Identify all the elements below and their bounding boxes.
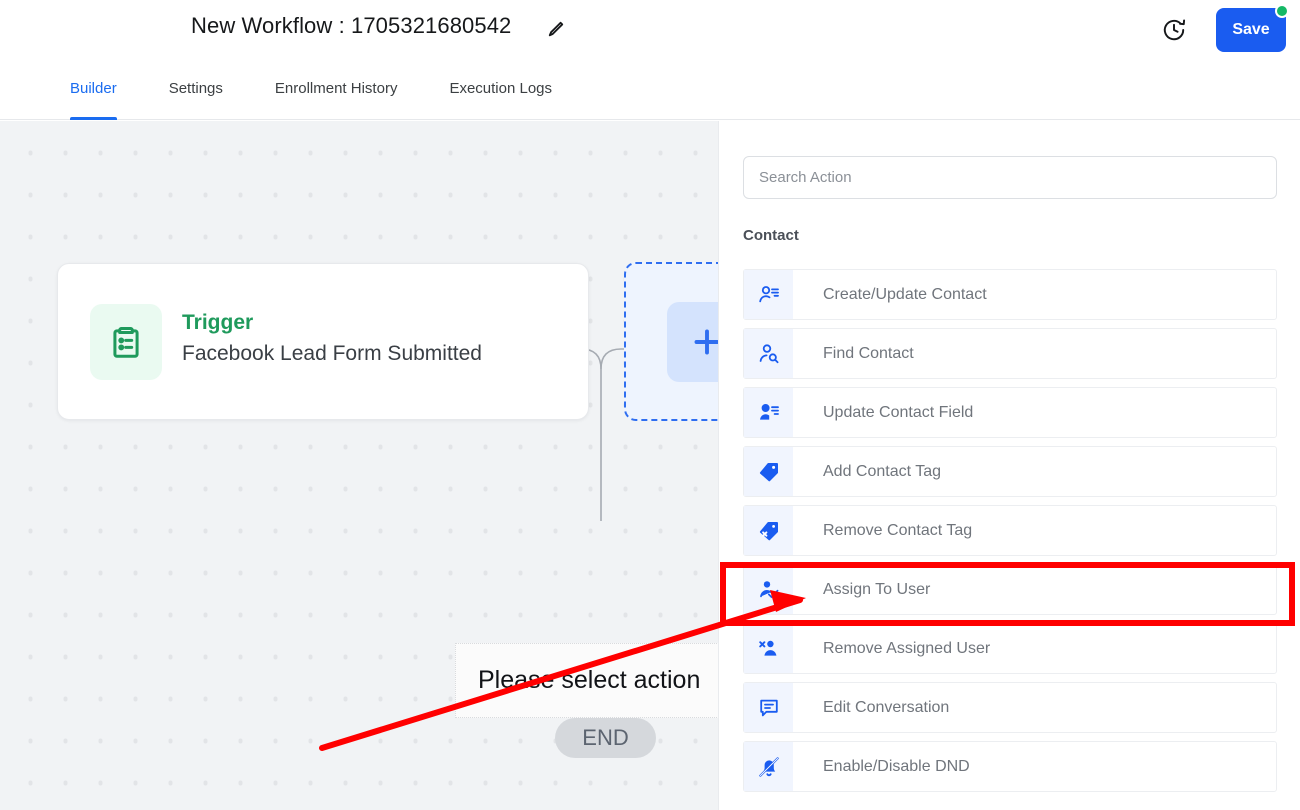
chat-edit-icon — [744, 683, 793, 732]
action-label: Add Contact Tag — [823, 462, 942, 480]
action-item-update-contact-field[interactable]: Update Contact Field — [743, 387, 1277, 438]
person-lines-icon — [744, 270, 793, 319]
top-bar: New Workflow : 1705321680542 Save — [0, 0, 1300, 60]
pencil-icon[interactable] — [546, 19, 566, 39]
person-check-icon — [744, 565, 793, 614]
action-label: Enable/Disable DND — [823, 757, 970, 775]
tab-bar: Builder Settings Enrollment History Exec… — [0, 60, 1300, 172]
trigger-name-label: Facebook Lead Form Submitted — [182, 342, 482, 365]
bell-slash-icon — [744, 742, 793, 791]
action-item-assign-to-user[interactable]: Assign To User — [743, 564, 1277, 615]
add-action-node[interactable] — [624, 262, 718, 421]
workflow-canvas[interactable]: Trigger Facebook Lead Form Submitted Ple… — [0, 121, 718, 810]
page-title: New Workflow : 1705321680542 — [191, 13, 512, 38]
clipboard-list-icon — [90, 304, 162, 380]
action-item-enable-disable-dnd[interactable]: Enable/Disable DND — [743, 741, 1277, 792]
person-fill-lines-icon — [744, 388, 793, 437]
save-status-dot — [1275, 4, 1289, 18]
action-item-add-contact-tag[interactable]: Add Contact Tag — [743, 446, 1277, 497]
action-item-remove-assigned-user[interactable]: Remove Assigned User — [743, 623, 1277, 674]
select-action-tooltip: Please select action — [455, 643, 718, 718]
person-x-icon — [744, 624, 793, 673]
action-label: Remove Assigned User — [823, 639, 991, 657]
action-item-remove-contact-tag[interactable]: Remove Contact Tag — [743, 505, 1277, 556]
tab-settings[interactable]: Settings — [169, 60, 223, 120]
tag-icon — [744, 447, 793, 496]
search-input[interactable] — [743, 156, 1277, 199]
action-label: Edit Conversation — [823, 698, 950, 716]
action-picker-panel: Contact Create/Update Contact — [718, 121, 1300, 810]
action-list: Create/Update Contact Find Contact Updat… — [743, 269, 1277, 800]
tab-list: Builder Settings Enrollment History Exec… — [70, 60, 604, 120]
trigger-kind-label: Trigger — [182, 311, 254, 334]
tab-enrollment-history[interactable]: Enrollment History — [275, 60, 398, 120]
tag-x-icon — [744, 506, 793, 555]
tab-execution-logs[interactable]: Execution Logs — [449, 60, 552, 120]
action-group-title: Contact — [743, 227, 799, 244]
end-node[interactable]: END — [555, 718, 656, 758]
action-label: Remove Contact Tag — [823, 521, 973, 539]
action-label: Create/Update Contact — [823, 285, 987, 303]
trigger-text: Trigger Facebook Lead Form Submitted — [182, 308, 482, 370]
action-label: Update Contact Field — [823, 403, 974, 421]
person-search-icon — [744, 329, 793, 378]
tab-builder[interactable]: Builder — [70, 60, 117, 120]
action-item-find-contact[interactable]: Find Contact — [743, 328, 1277, 379]
action-label: Find Contact — [823, 344, 914, 362]
action-item-create-update-contact[interactable]: Create/Update Contact — [743, 269, 1277, 320]
plus-icon — [667, 302, 718, 382]
action-label: Assign To User — [823, 580, 931, 598]
clock-history-icon[interactable] — [1161, 17, 1187, 43]
action-item-edit-conversation[interactable]: Edit Conversation — [743, 682, 1277, 733]
trigger-node[interactable]: Trigger Facebook Lead Form Submitted — [57, 263, 589, 420]
